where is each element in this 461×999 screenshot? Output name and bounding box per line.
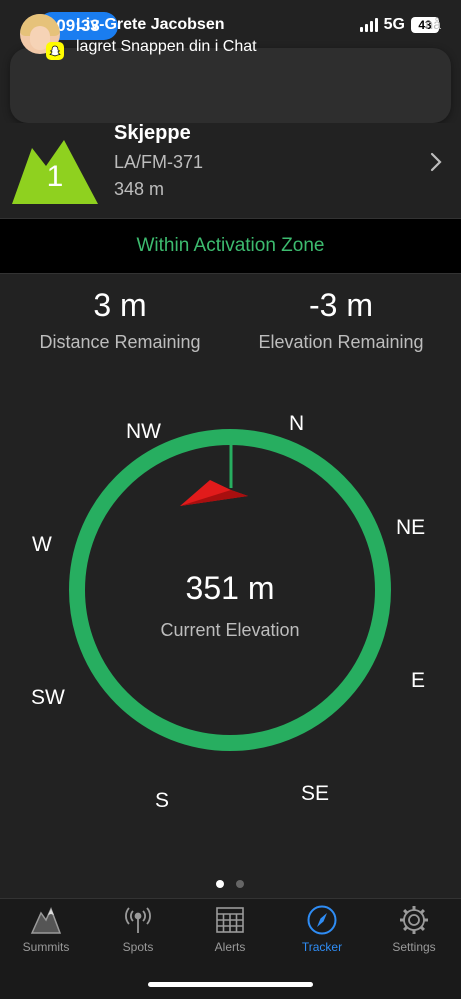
elevation-remaining-label: Elevation Remaining: [258, 332, 424, 352]
tab-spots[interactable]: Spots: [92, 904, 184, 954]
compass-w: W: [32, 533, 52, 556]
tab-tracker-label: Tracker: [301, 940, 343, 954]
mountain-icon: [0, 904, 92, 936]
tab-settings-label: Settings: [392, 940, 436, 954]
page-dot-2[interactable]: [236, 880, 244, 888]
compass: [69, 429, 391, 751]
compass-nw: NW: [126, 420, 161, 443]
snapchat-icon: [46, 42, 64, 60]
current-elevation-label: Current Elevation: [160, 620, 300, 640]
compass-ne: NE: [396, 516, 426, 539]
signal-icon: [359, 18, 378, 32]
home-indicator[interactable]: [148, 982, 313, 987]
notification-message: lagret Snappen din i Chat: [76, 38, 257, 55]
activation-zone-banner: Within Activation Zone: [0, 218, 461, 274]
summit-name: Skjeppe: [114, 122, 191, 144]
notification-banner[interactable]: [10, 48, 451, 123]
page-dot-1[interactable]: [216, 880, 224, 888]
antenna-icon: [92, 904, 184, 936]
compass-s: S: [155, 789, 170, 812]
calendar-grid-icon: [184, 904, 276, 936]
compass-se: SE: [301, 782, 330, 805]
network-type: 5G: [383, 16, 405, 33]
tab-tracker[interactable]: Tracker: [276, 904, 368, 954]
compass-sw: SW: [31, 686, 65, 709]
tab-summits[interactable]: Summits: [0, 904, 92, 954]
distance-remaining-value: 3 m: [93, 287, 147, 323]
tab-settings[interactable]: Settings: [368, 904, 460, 954]
chevron-right-icon[interactable]: [430, 152, 442, 178]
compass-e: E: [411, 669, 426, 692]
compass-icon: [276, 904, 368, 936]
tab-summits-label: Summits: [22, 940, 70, 954]
current-elevation-value: 351 m: [185, 570, 275, 606]
distance-remaining-label: Distance Remaining: [39, 332, 201, 352]
summit-code: LA/FM-371: [114, 152, 204, 172]
activation-status: Within Activation Zone: [136, 235, 325, 256]
summit-elevation: 348 m: [114, 179, 165, 199]
summit-rank: 1: [46, 160, 64, 193]
compass-n: N: [289, 412, 305, 435]
gear-icon: [368, 904, 460, 936]
notification-time: nå: [425, 16, 441, 32]
notification-sender: Liv-Grete Jacobsen: [76, 16, 225, 33]
tab-alerts[interactable]: Alerts: [184, 904, 276, 954]
tab-spots-label: Spots: [122, 940, 154, 954]
tab-alerts-label: Alerts: [214, 940, 246, 954]
elevation-remaining-value: -3 m: [309, 287, 373, 323]
